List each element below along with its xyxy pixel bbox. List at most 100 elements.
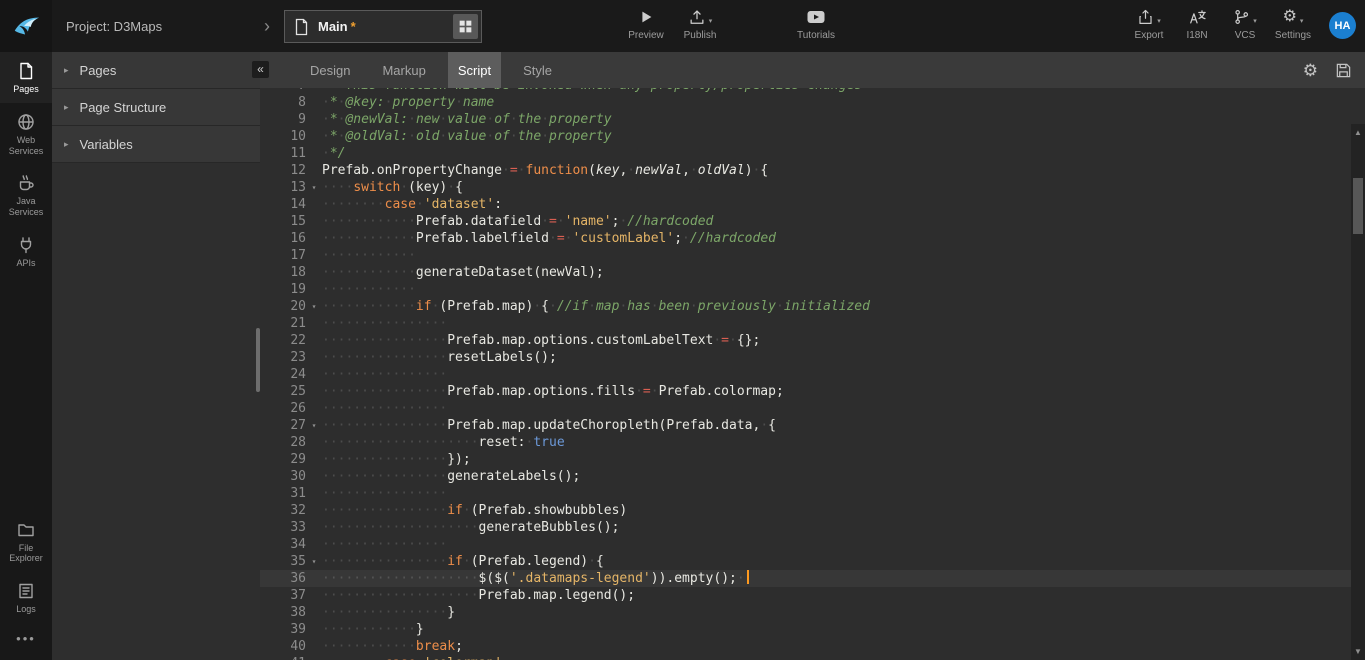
more-menu-button[interactable]: ••• — [0, 623, 52, 660]
rail-item-java-services[interactable]: Java Services — [0, 164, 52, 226]
code-line[interactable]: 9·*·@newVal:·new·value·of·the·property — [260, 111, 1365, 128]
line-number[interactable]: 12 — [260, 162, 306, 179]
code-line[interactable]: 27▾················Prefab.map.updateChor… — [260, 417, 1365, 434]
code-line[interactable]: 13▾····switch·(key)·{ — [260, 179, 1365, 196]
tab-script[interactable]: Script — [448, 52, 501, 88]
panel-section-pages[interactable]: ▸ Pages — [52, 52, 260, 89]
line-number[interactable]: 38 — [260, 604, 306, 621]
code-line[interactable]: 8·*·@key:·property·name — [260, 94, 1365, 111]
user-avatar[interactable]: HA — [1329, 12, 1356, 39]
code-line[interactable]: 33····················generateBubbles(); — [260, 519, 1365, 536]
code-line[interactable]: 10·*·@oldVal:·old·value·of·the·property — [260, 128, 1365, 145]
line-number[interactable]: 22 — [260, 332, 306, 349]
code-line[interactable]: 35▾················if·(Prefab.legend)·{ — [260, 553, 1365, 570]
code-line[interactable]: 21················ — [260, 315, 1365, 332]
code-line[interactable]: 39············} — [260, 621, 1365, 638]
line-number[interactable]: 15 — [260, 213, 306, 230]
line-number[interactable]: 10 — [260, 128, 306, 145]
line-number[interactable]: 23 — [260, 349, 306, 366]
code-line[interactable]: 17············ — [260, 247, 1365, 264]
rail-item-apis[interactable]: APIs — [0, 226, 52, 277]
panel-section-variables[interactable]: ▸ Variables — [52, 126, 260, 163]
code-line[interactable]: 15············Prefab.datafield·=·'name';… — [260, 213, 1365, 230]
fold-icon[interactable]: ▾ — [306, 417, 322, 434]
code-line[interactable]: 23················resetLabels(); — [260, 349, 1365, 366]
code-line[interactable]: 12Prefab.onPropertyChange·=·function(key… — [260, 162, 1365, 179]
code-line[interactable]: 36····················$($('.datamaps-leg… — [260, 570, 1365, 587]
code-line[interactable]: 41········case·'colormap': — [260, 655, 1365, 660]
code-line[interactable]: 16············Prefab.labelfield·=·'custo… — [260, 230, 1365, 247]
panel-section-page-structure[interactable]: ▸ Page Structure — [52, 89, 260, 126]
line-number[interactable]: 37 — [260, 587, 306, 604]
code-line[interactable]: 22················Prefab.map.options.cus… — [260, 332, 1365, 349]
code-line[interactable]: 19············ — [260, 281, 1365, 298]
line-number[interactable]: 16 — [260, 230, 306, 247]
line-number[interactable]: 26 — [260, 400, 306, 417]
rail-item-file-explorer[interactable]: File Explorer — [0, 511, 52, 573]
line-number[interactable]: 30 — [260, 468, 306, 485]
code-line[interactable]: 11·*/ — [260, 145, 1365, 162]
code-line[interactable]: 20▾············if·(Prefab.map)·{·//if·ma… — [260, 298, 1365, 315]
code-editor[interactable]: 7·*·This·function·will·be·invoked·when·a… — [260, 88, 1365, 660]
scroll-down-icon[interactable]: ▼ — [1351, 647, 1365, 656]
line-number[interactable]: 32 — [260, 502, 306, 519]
line-number[interactable]: 28 — [260, 434, 306, 451]
fold-icon[interactable]: ▾ — [306, 298, 322, 315]
code-line[interactable]: 26················ — [260, 400, 1365, 417]
line-number[interactable]: 41 — [260, 655, 306, 660]
i18n-button[interactable]: I18N — [1173, 7, 1221, 41]
rail-item-logs[interactable]: Logs — [0, 572, 52, 623]
line-number[interactable]: 19 — [260, 281, 306, 298]
fold-icon[interactable]: ▾ — [306, 179, 322, 196]
save-icon[interactable] — [1335, 62, 1352, 79]
editor-scrollbar[interactable]: ▲ ▼ — [1351, 124, 1365, 660]
code-line[interactable]: 38················} — [260, 604, 1365, 621]
line-number[interactable]: 21 — [260, 315, 306, 332]
line-number[interactable]: 20 — [260, 298, 306, 315]
code-line[interactable]: 34················ — [260, 536, 1365, 553]
line-number[interactable]: 8 — [260, 94, 306, 111]
line-number[interactable]: 18 — [260, 264, 306, 281]
grid-icon[interactable] — [453, 14, 478, 39]
line-number[interactable]: 29 — [260, 451, 306, 468]
code-line[interactable]: 18············generateDataset(newVal); — [260, 264, 1365, 281]
code-line[interactable]: 37····················Prefab.map.legend(… — [260, 587, 1365, 604]
code-line[interactable]: 14········case·'dataset': — [260, 196, 1365, 213]
line-number[interactable]: 11 — [260, 145, 306, 162]
editor-settings-gear-icon[interactable]: ⚙ — [1303, 62, 1318, 79]
code-line[interactable]: 40············break; — [260, 638, 1365, 655]
line-number[interactable]: 39 — [260, 621, 306, 638]
line-number[interactable]: 24 — [260, 366, 306, 383]
settings-button[interactable]: ⚙ ▾ Settings — [1269, 7, 1317, 41]
vcs-button[interactable]: ▾ VCS — [1221, 7, 1269, 41]
line-number[interactable]: 40 — [260, 638, 306, 655]
scrollbar-thumb[interactable] — [1353, 178, 1363, 234]
line-number[interactable]: 35 — [260, 553, 306, 570]
collapse-panel-button[interactable]: « — [252, 61, 269, 78]
line-number[interactable]: 14 — [260, 196, 306, 213]
scroll-up-icon[interactable]: ▲ — [1351, 128, 1365, 137]
line-number[interactable]: 34 — [260, 536, 306, 553]
tab-style[interactable]: Style — [513, 52, 562, 88]
line-number[interactable]: 33 — [260, 519, 306, 536]
line-number[interactable]: 31 — [260, 485, 306, 502]
code-line[interactable]: 31················ — [260, 485, 1365, 502]
active-page-tab[interactable]: Main* — [284, 10, 482, 43]
preview-button[interactable]: Preview — [622, 7, 670, 41]
line-number[interactable]: 13 — [260, 179, 306, 196]
code-line[interactable]: 28····················reset:·true — [260, 434, 1365, 451]
export-button[interactable]: ▾ Export — [1125, 7, 1173, 41]
publish-button[interactable]: ▾ Publish — [676, 7, 724, 41]
wavemaker-logo[interactable] — [0, 0, 52, 52]
fold-icon[interactable]: ▾ — [306, 553, 322, 570]
tab-markup[interactable]: Markup — [372, 52, 435, 88]
code-line[interactable]: 29················}); — [260, 451, 1365, 468]
tutorials-button[interactable]: Tutorials — [792, 7, 840, 41]
line-number[interactable]: 17 — [260, 247, 306, 264]
line-number[interactable]: 27 — [260, 417, 306, 434]
line-number[interactable]: 36 — [260, 570, 306, 587]
rail-item-pages[interactable]: Pages — [0, 52, 52, 103]
code-line[interactable]: 24················ — [260, 366, 1365, 383]
code-line[interactable]: 30················generateLabels(); — [260, 468, 1365, 485]
code-line[interactable]: 32················if·(Prefab.showbubbles… — [260, 502, 1365, 519]
